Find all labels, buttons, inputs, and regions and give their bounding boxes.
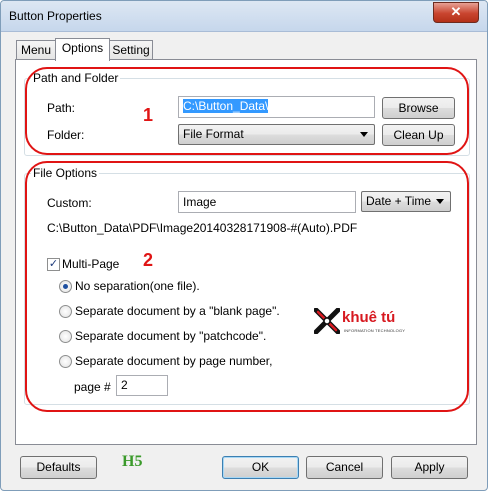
tab-menu-label: Menu (20, 43, 52, 57)
ok-button[interactable]: OK (222, 456, 299, 479)
annotation-ring-1 (25, 67, 469, 155)
close-icon: ✕ (450, 4, 462, 19)
cancel-button-label: Cancel (325, 460, 364, 474)
tab-options-label: Options (61, 41, 104, 55)
ok-button-label: OK (251, 460, 270, 474)
tab-options[interactable]: Options (55, 38, 110, 61)
close-button[interactable]: ✕ (433, 2, 479, 23)
annotation-number-1: 1 (143, 105, 154, 125)
apply-button[interactable]: Apply (391, 456, 468, 479)
cancel-button[interactable]: Cancel (306, 456, 383, 479)
title-bar[interactable]: Button Properties ✕ (1, 1, 487, 32)
h5-annotation: H5 (122, 453, 143, 470)
defaults-button-label: Defaults (36, 460, 81, 474)
defaults-button[interactable]: Defaults (20, 456, 97, 479)
apply-button-label: Apply (414, 460, 445, 474)
dialog-window: Button Properties ✕ Menu Options Setting… (0, 0, 488, 491)
tab-setting-label: Setting (112, 43, 150, 57)
window-title: Button Properties (9, 9, 102, 23)
tab-setting[interactable]: Setting (109, 40, 153, 60)
annotation-number-2: 2 (143, 250, 154, 270)
annotation-ring-2 (25, 161, 469, 412)
tab-menu[interactable]: Menu (16, 40, 56, 60)
